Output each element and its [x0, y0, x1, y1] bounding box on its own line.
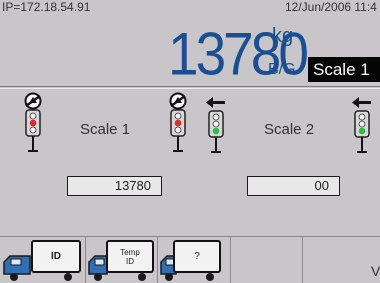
temp-id-softkey[interactable]: Temp ID: [106, 240, 154, 273]
id-softkey[interactable]: ID: [31, 240, 81, 273]
help-softkey[interactable]: ?: [173, 240, 221, 273]
truck-wheel: [165, 273, 173, 281]
more-softkey[interactable]: V: [371, 263, 380, 279]
traffic-light-red-icon: [25, 109, 41, 152]
truck-wheel: [94, 273, 102, 281]
traffic-light-green-icon: [354, 110, 370, 153]
truck-wheel: [64, 273, 72, 281]
divider: [0, 86, 380, 87]
truck-icon: [3, 255, 31, 275]
truck-wheel: [138, 273, 146, 281]
scale-2-weight-field: 00: [247, 176, 340, 196]
date-time: 12/Jun/2006 11:4: [285, 0, 377, 14]
scale-1-label: Scale 1: [80, 121, 131, 138]
ip-address: IP=172.18.54.91: [2, 0, 91, 14]
weight-unit: kg: [272, 25, 294, 47]
active-scale-badge[interactable]: Scale 1: [308, 57, 380, 82]
truck-wheel: [10, 273, 18, 281]
softkey-divider: [157, 237, 158, 283]
softkey-divider: [85, 237, 86, 283]
terminal-screen: IP=172.18.54.91 12/Jun/2006 11:4 13780 k…: [0, 0, 380, 283]
traffic-light-red-icon: [170, 109, 186, 152]
divider: [0, 88, 380, 89]
softkey-divider: [302, 237, 303, 283]
temp-id-label-line2: ID: [126, 256, 134, 266]
arrow-left-icon: [206, 97, 225, 108]
temp-id-label-line1: Temp: [120, 247, 140, 257]
truck-wheel: [206, 273, 214, 281]
weight-mode: B/G: [268, 61, 296, 78]
scale-1-weight-field: 13780: [67, 176, 162, 196]
scale-2-label: Scale 2: [264, 121, 315, 138]
traffic-light-green-icon: [208, 110, 224, 153]
softkey-divider: [230, 237, 231, 283]
arrow-left-icon: [352, 97, 371, 108]
